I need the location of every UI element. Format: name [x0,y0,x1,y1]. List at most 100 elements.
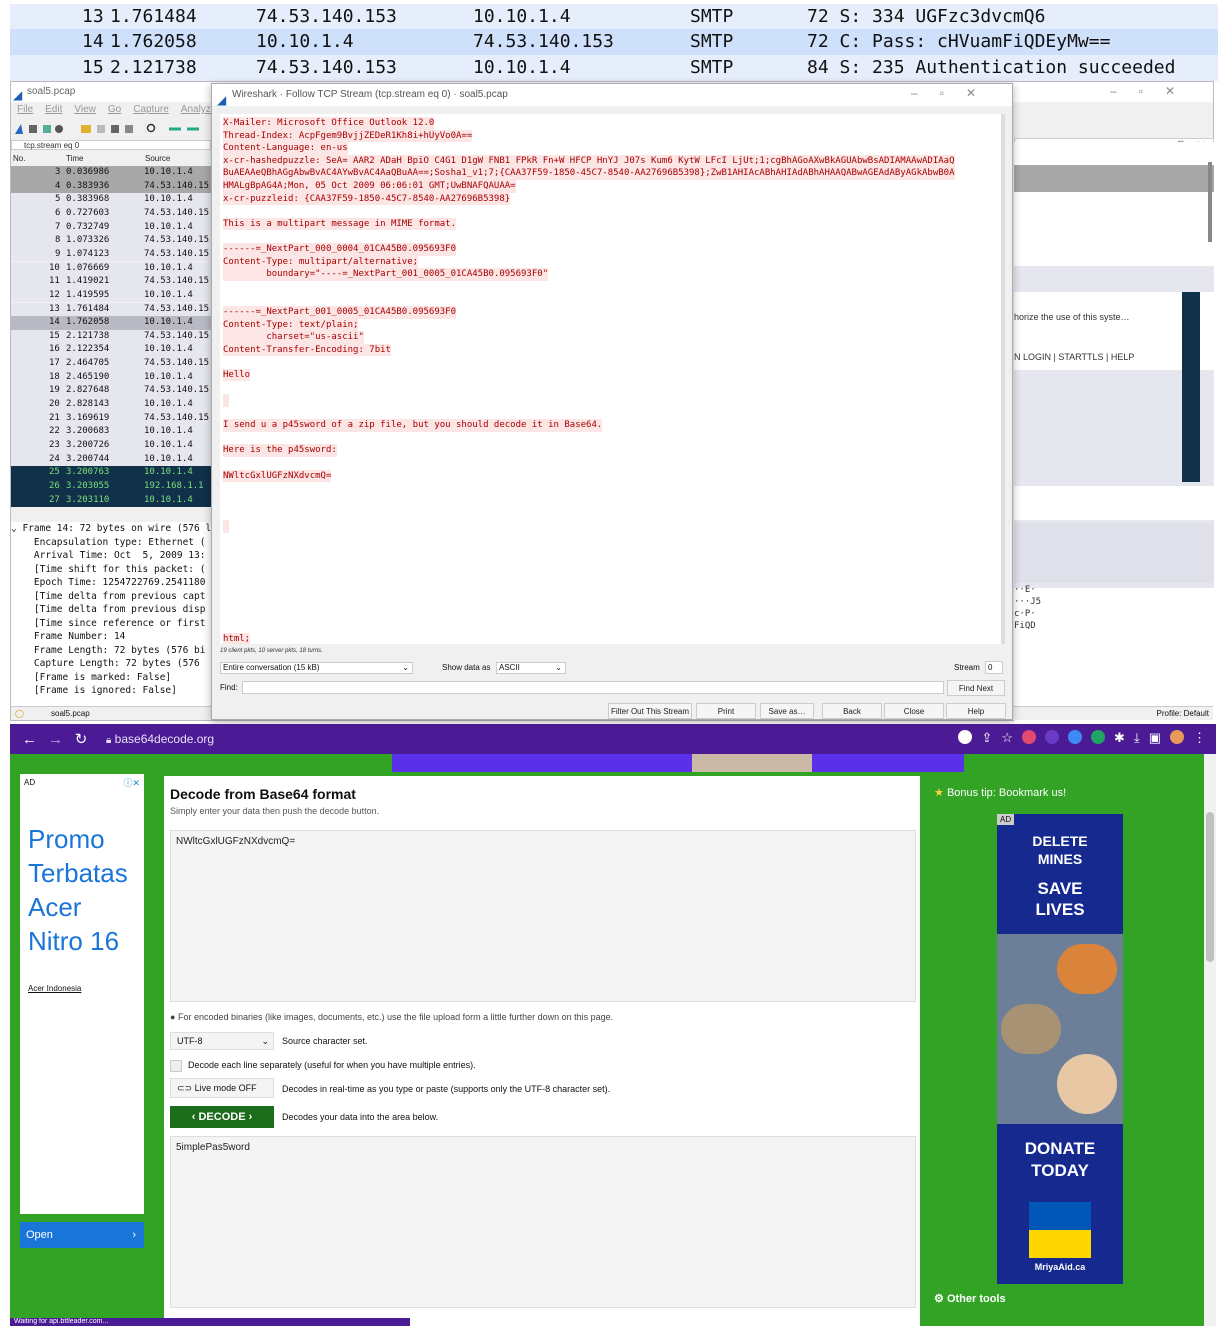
window-controls[interactable]: –▫✕ [1110,84,1197,98]
charset-select[interactable]: UTF-8 ⌄ [170,1032,274,1050]
packet-row[interactable]: 20 2.828143 10.10.1.4 [11,398,211,412]
detail-line[interactable]: Frame Length: 72 bytes (576 bi [11,644,211,658]
bonus-tip[interactable]: ★ Bonus tip: Bookmark us! [934,786,1066,799]
other-tools[interactable]: ⚙ Other tools [934,1292,1006,1305]
each-line-checkbox[interactable] [170,1060,182,1072]
status-profile[interactable]: Profile: Default [1157,707,1209,721]
left-ad[interactable]: AD ⓘ✕ Promo Terbatas Acer Nitro 16 Acer … [20,774,144,1248]
zoom-row[interactable]: 14 1.762058 10.10.1.4 74.53.140.153 SMTP… [10,29,1218,55]
packet-row[interactable]: 6 0.727603 74.53.140.15 [11,206,211,221]
filter-out-button[interactable]: Filter Out This Stream [608,703,692,719]
packet-row[interactable]: 7 0.732749 10.10.1.4 [11,220,211,235]
packet-row[interactable]: 3 0.036986 10.10.1.4 [11,166,211,180]
detail-line[interactable]: [Frame is marked: False] [11,671,211,685]
base64-input[interactable]: NWltcGxlUGFzNXdvcmQ= [170,830,916,1002]
packet-row[interactable]: 17 2.464705 74.53.140.15 [11,357,211,371]
sidepanel-icon[interactable]: ▣ [1149,730,1161,746]
address-bar[interactable]: 🔒︎ base64decode.org [106,732,214,746]
zoom-row[interactable]: 13 1.761484 74.53.140.153 10.10.1.4 SMTP… [10,4,1218,30]
packet-row[interactable]: 27 3.203110 10.10.1.4 [11,493,211,508]
save-as-button[interactable]: Save as… [760,703,814,719]
conversation-select[interactable]: Entire conversation (15 kB) ⌄ [220,662,413,674]
packet-row[interactable]: 25 3.200763 10.10.1.4 [11,466,211,480]
ad-close-icon[interactable]: ⓘ✕ [123,776,140,789]
packet-row[interactable]: 8 1.073326 74.53.140.15 [11,234,211,248]
right-ad[interactable]: AD DELETE MINES SAVE LIVES DONATE TODAY … [997,814,1123,1284]
packet-row[interactable]: 15 2.121738 74.53.140.15 [11,329,211,344]
detail-line[interactable]: Encapsulation type: Ethernet ( [11,536,211,550]
stream-content[interactable]: X-Mailer: Microsoft Office Outlook 12.0 T… [220,114,1002,644]
packet-row[interactable]: 23 3.200726 10.10.1.4 [11,439,211,453]
packet-row[interactable]: 21 3.169619 74.53.140.15 [11,411,211,426]
packet-row[interactable]: 11 1.419021 74.53.140.15 [11,275,211,289]
show-as-select[interactable]: ASCII ⌄ [496,662,566,674]
detail-line[interactable]: [Time shift for this packet: ( [11,563,211,577]
packet-row[interactable]: 22 3.200683 10.10.1.4 [11,425,211,439]
detail-line[interactable]: [Time delta from previous capt [11,590,211,604]
packet-row[interactable]: 5 0.383968 10.10.1.4 [11,193,211,207]
detail-line[interactable]: Epoch Time: 1254722769.2541180 [11,576,211,590]
zoom-row[interactable]: 15 2.121738 74.53.140.153 10.10.1.4 SMTP… [10,55,1218,81]
download-icon[interactable]: ⤓ [1134,730,1140,746]
col-time[interactable]: Time [66,154,83,163]
close-button[interactable]: Close [884,703,944,719]
top-banner[interactable] [392,754,964,772]
detail-line[interactable]: ⌄ Frame 14: 72 bytes on wire (576 l [11,522,211,536]
display-filter-input[interactable]: tcp.stream eq 0 [11,140,211,150]
detail-line[interactable]: Frame Number: 14 [11,630,211,644]
detail-line[interactable]: Capture Length: 72 bytes (576 [11,657,211,671]
packet-row[interactable]: 19 2.827648 74.53.140.15 [11,384,211,398]
packet-row[interactable]: 12 1.419595 10.10.1.4 [11,288,211,303]
detail-line[interactable]: [Time delta from previous disp [11,603,211,617]
menu-capture[interactable]: Capture [133,104,169,115]
back-arrow-icon[interactable]: ← [22,731,37,748]
share-icon[interactable]: ⇪ [981,730,992,746]
extension-icon[interactable] [1068,730,1083,744]
extension-icon[interactable] [1022,730,1037,744]
toolbar-icons[interactable] [11,118,211,140]
find-next-button[interactable]: Find Next [947,680,1005,696]
detail-line[interactable]: [Frame is ignored: False] [11,684,211,698]
extension-icon[interactable] [1091,730,1106,744]
ad-brand[interactable]: Acer Indonesia [28,984,81,993]
packet-row[interactable]: 16 2.122354 10.10.1.4 [11,343,211,358]
packet-row[interactable]: 26 3.203055 192.168.1.1 [11,479,211,494]
stream-scrollbar[interactable] [1001,114,1005,644]
col-no[interactable]: No. [13,154,25,163]
menu-view[interactable]: View [74,104,96,115]
stream-line: HMALgBpAG4A;Mon, 05 Oct 2009 06:06:01 GM… [223,179,516,193]
packet-row[interactable]: 24 3.200744 10.10.1.4 [11,452,211,467]
forward-arrow-icon[interactable]: → [48,731,63,748]
reload-icon[interactable]: ↻ [74,730,88,748]
find-input[interactable] [242,681,944,694]
stream-number-spinner[interactable]: 0 [985,661,1003,674]
detail-line[interactable]: [Time since reference or first [11,617,211,631]
back-button[interactable]: Back [822,703,882,719]
packet-row[interactable]: 4 0.383936 74.53.140.15 [11,179,211,194]
print-button[interactable]: Print [696,703,756,719]
packet-row[interactable]: 13 1.761484 74.53.140.15 [11,302,211,317]
live-mode-toggle[interactable]: ⊂⊃ Live mode OFF [170,1078,274,1098]
decoded-output[interactable]: 5implePas5word [170,1136,916,1308]
star-icon[interactable]: ☆ [1001,730,1013,746]
packet-row[interactable]: 10 1.076669 10.10.1.4 [11,261,211,276]
puzzle-icon[interactable]: ✱ [1114,730,1125,746]
menu-dots-icon[interactable]: ⋮ [1193,730,1206,746]
menu-file[interactable]: File [17,104,33,115]
menu-edit[interactable]: Edit [45,104,62,115]
col-source[interactable]: Source [145,154,170,163]
detail-line[interactable]: Arrival Time: Oct 5, 2009 13: [11,549,211,563]
page-scrollbar[interactable] [1204,754,1216,1326]
ad-open-button[interactable]: Open › [20,1222,144,1248]
packet-row[interactable]: 9 1.074123 74.53.140.15 [11,247,211,262]
scrollbar[interactable] [1208,162,1212,242]
dialog-window-controls[interactable]: –▫✕ [911,86,998,100]
extension-icon[interactable] [1045,730,1060,744]
decode-button[interactable]: ‹ DECODE › [170,1106,274,1128]
menu-go[interactable]: Go [108,104,121,115]
packet-row[interactable]: 18 2.465190 10.10.1.4 [11,370,211,385]
avatar[interactable] [1170,730,1184,744]
packet-row[interactable]: 14 1.762058 10.10.1.4 [11,316,211,330]
google-icon[interactable] [958,730,973,744]
help-button[interactable]: Help [946,703,1006,719]
